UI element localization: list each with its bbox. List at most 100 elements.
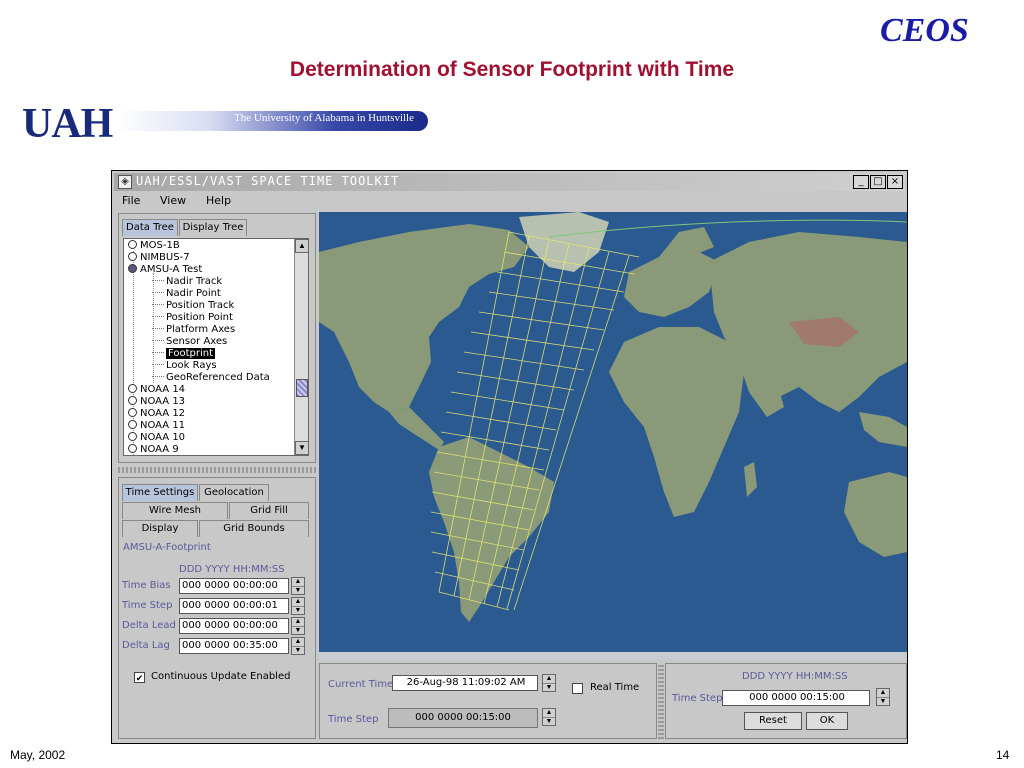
slide-title: Determination of Sensor Footprint with T… bbox=[289, 58, 735, 81]
time-step-spinner-2[interactable]: ▲ ▼ bbox=[542, 708, 556, 726]
node-toggle-icon[interactable] bbox=[128, 396, 137, 405]
panel-splitter[interactable] bbox=[118, 467, 316, 473]
delta-lag-label: Delta Lag bbox=[122, 640, 170, 651]
continuous-update-label: Continuous Update Enabled bbox=[151, 671, 291, 682]
node-toggle-icon[interactable] bbox=[128, 408, 137, 417]
tree-item-label: Position Track bbox=[166, 300, 235, 311]
tree-leaf-item[interactable]: Platform Axes bbox=[124, 324, 235, 336]
tree-item-label: NOAA 10 bbox=[140, 432, 186, 443]
page-number: 14 bbox=[996, 748, 1010, 762]
tab-grid-fill[interactable]: Grid Fill bbox=[229, 502, 309, 519]
window-title: UAH/ESSL/VAST SPACE TIME TOOLKIT bbox=[136, 174, 400, 188]
tree-leaf-item[interactable]: GeoReferenced Data bbox=[124, 372, 270, 384]
tree-leaf-item[interactable]: Position Track bbox=[124, 300, 234, 312]
tree-leaf-item[interactable]: Nadir Track bbox=[124, 276, 222, 288]
tree-leaf-item[interactable]: Position Point bbox=[124, 312, 233, 324]
minimize-button[interactable]: _ bbox=[853, 175, 869, 189]
time-step-label: Time Step bbox=[122, 600, 173, 611]
menu-help[interactable]: Help bbox=[206, 194, 231, 207]
object-name-label: AMSU-A-Footprint bbox=[123, 542, 211, 553]
tree-node-item[interactable]: NOAA 11 bbox=[124, 420, 185, 432]
node-toggle-icon[interactable] bbox=[128, 240, 137, 249]
app-icon[interactable]: ◈ bbox=[118, 175, 132, 189]
tree-item-label: NOAA 14 bbox=[140, 384, 186, 395]
time-bias-field[interactable]: 000 0000 00:00:00 bbox=[179, 578, 289, 594]
tree-item-label: Platform Axes bbox=[166, 324, 236, 335]
tab-data-tree[interactable]: Data Tree bbox=[122, 219, 178, 236]
tree-leaf-item[interactable]: Look Rays bbox=[124, 360, 217, 372]
menu-view[interactable]: View bbox=[160, 194, 186, 207]
step-time-step-field[interactable]: 000 0000 00:15:00 bbox=[722, 690, 870, 706]
tree-item-label: NOAA 11 bbox=[140, 420, 186, 431]
format-hint: DDD YYYY HH:MM:SS bbox=[179, 564, 285, 575]
delta-lead-spinner[interactable]: ▲ ▼ bbox=[291, 617, 305, 635]
tree-node-item[interactable]: NOAA 13 bbox=[124, 396, 185, 408]
ceos-brand: CEOS bbox=[880, 12, 969, 49]
tree-node-item[interactable]: NOAA 14 bbox=[124, 384, 185, 396]
node-toggle-icon[interactable] bbox=[128, 444, 137, 453]
tab-geolocation[interactable]: Geolocation bbox=[199, 484, 269, 501]
delta-lead-label: Delta Lead bbox=[122, 620, 176, 631]
tree-node-item[interactable]: NOAA 10 bbox=[124, 432, 185, 444]
node-toggle-icon[interactable] bbox=[128, 420, 137, 429]
ok-button[interactable]: OK bbox=[806, 712, 848, 730]
tab-wire-mesh[interactable]: Wire Mesh bbox=[122, 502, 228, 519]
world-map-view[interactable] bbox=[319, 212, 907, 660]
tree-node-item[interactable]: AMSU-A Test bbox=[124, 264, 202, 276]
node-toggle-icon[interactable] bbox=[128, 264, 137, 273]
scroll-up-icon[interactable]: ▲ bbox=[295, 239, 308, 253]
tree-item-label: GeoReferenced Data bbox=[166, 372, 270, 383]
uah-logo-wordmark: UAH bbox=[22, 101, 113, 147]
tree-item-label: AMSU-A Test bbox=[140, 264, 203, 275]
uah-logo: The University of Alabama in Huntsville … bbox=[18, 100, 428, 147]
current-time-field[interactable]: 26-Aug-98 11:09:02 AM bbox=[392, 675, 538, 691]
scroll-thumb[interactable] bbox=[296, 379, 308, 397]
tab-display[interactable]: Display bbox=[122, 520, 198, 537]
tree-node-item[interactable]: MOS-1B bbox=[124, 240, 180, 252]
tree-item-label: Footprint bbox=[166, 348, 216, 359]
tab-time-settings[interactable]: Time Settings bbox=[122, 484, 198, 501]
step-format-hint: DDD YYYY HH:MM:SS bbox=[742, 671, 848, 682]
time-step-spinner[interactable]: ▲ ▼ bbox=[291, 597, 305, 615]
real-time-checkbox[interactable] bbox=[572, 683, 583, 694]
reset-button[interactable]: Reset bbox=[744, 712, 802, 730]
scroll-down-icon[interactable]: ▼ bbox=[295, 441, 308, 455]
toolkit-window: ◈ UAH/ESSL/VAST SPACE TIME TOOLKIT _ □ ×… bbox=[111, 170, 908, 744]
delta-lag-spinner[interactable]: ▲ ▼ bbox=[291, 637, 305, 655]
tab-grid-bounds[interactable]: Grid Bounds bbox=[199, 520, 309, 537]
tree-item-label: NOAA 9 bbox=[140, 444, 179, 455]
node-toggle-icon[interactable] bbox=[128, 252, 137, 261]
tree-node-item[interactable]: NOAA 9 bbox=[124, 444, 179, 455]
tree-scrollbar[interactable]: ▲ ▼ bbox=[294, 239, 308, 455]
tree-leaf-item[interactable]: Sensor Axes bbox=[124, 336, 227, 348]
menu-bar: File View Help bbox=[114, 192, 905, 210]
tree-leaf-item[interactable]: Nadir Point bbox=[124, 288, 221, 300]
node-toggle-icon[interactable] bbox=[128, 384, 137, 393]
tree-item-label: Sensor Axes bbox=[166, 336, 228, 347]
tree-item-label: NOAA 13 bbox=[140, 396, 186, 407]
bottom-splitter[interactable] bbox=[658, 663, 664, 739]
tab-display-tree[interactable]: Display Tree bbox=[179, 219, 247, 236]
tree-item-label: Nadir Track bbox=[166, 276, 223, 287]
tree-node-item[interactable]: NOAA 12 bbox=[124, 408, 185, 420]
data-tree: MOS-1B NIMBUS-7 AMSU-A Test Nadir Track Nadi… bbox=[123, 238, 309, 456]
time-bias-spinner[interactable]: ▲ ▼ bbox=[291, 577, 305, 595]
uah-logo-tagline: The University of Alabama in Huntsville bbox=[234, 112, 414, 124]
time-step-field[interactable]: 000 0000 00:00:01 bbox=[179, 598, 289, 614]
time-step-label-2: Time Step bbox=[328, 714, 379, 725]
current-time-spinner[interactable]: ▲ ▼ bbox=[542, 674, 556, 692]
tree-leaf-item[interactable]: Footprint bbox=[124, 348, 216, 360]
delta-lag-field[interactable]: 000 0000 00:35:00 bbox=[179, 638, 289, 654]
maximize-button[interactable]: □ bbox=[870, 175, 886, 189]
delta-lead-field[interactable]: 000 0000 00:00:00 bbox=[179, 618, 289, 634]
step-time-step-spinner[interactable]: ▲ ▼ bbox=[876, 688, 890, 706]
menu-file[interactable]: File bbox=[122, 194, 140, 207]
node-toggle-icon[interactable] bbox=[128, 432, 137, 441]
settings-panel: Time Settings Geolocation Wire Mesh Grid… bbox=[118, 477, 316, 739]
window-titlebar[interactable]: ◈ UAH/ESSL/VAST SPACE TIME TOOLKIT _ □ × bbox=[114, 173, 905, 191]
step-control-panel: DDD YYYY HH:MM:SS Time Step 000 0000 00:… bbox=[665, 663, 907, 739]
close-button[interactable]: × bbox=[887, 175, 903, 189]
time-step-display: 000 0000 00:15:00 bbox=[388, 708, 538, 728]
tree-node-item[interactable]: NIMBUS-7 bbox=[124, 252, 190, 264]
continuous-update-checkbox[interactable]: ✔ bbox=[134, 672, 145, 683]
